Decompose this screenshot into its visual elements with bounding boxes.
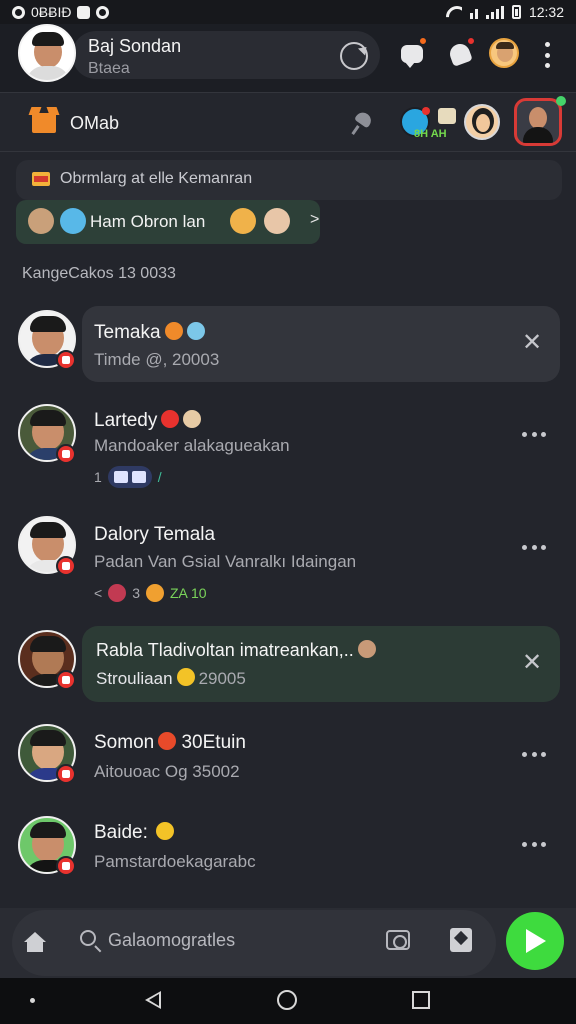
- reaction-chip[interactable]: [107, 466, 152, 488]
- more-icon[interactable]: [522, 545, 546, 551]
- sub-header-title[interactable]: OMab: [70, 113, 119, 134]
- chat-subtitle: Timde @, 20003: [94, 350, 220, 369]
- reaction-row: 1 /: [94, 466, 162, 488]
- notifications-button[interactable]: [446, 36, 476, 68]
- chip-avatar-3: [230, 208, 256, 234]
- reaction-count: 3: [132, 585, 140, 601]
- pin-icon[interactable]: [352, 113, 374, 135]
- top-header: Baj Sondan Btaea: [0, 24, 576, 92]
- leaf-icon: /: [157, 469, 162, 485]
- box-icon: [32, 113, 56, 133]
- home-circle-icon[interactable]: [277, 990, 297, 1010]
- status-badge: [56, 856, 76, 876]
- chat-bubble-icon: [401, 45, 423, 68]
- status-badge: [56, 444, 76, 464]
- notifications-badge: [466, 36, 476, 46]
- chevron-right-icon: >: [310, 211, 320, 228]
- chat-name: Somon 30Etuin: [94, 732, 246, 753]
- chat-name: Temaka: [94, 322, 205, 344]
- status-badge: [56, 556, 76, 576]
- system-nav-bar: [0, 978, 576, 1024]
- chip-text: Ham Obron lan: [90, 212, 206, 231]
- more-icon[interactable]: [522, 842, 546, 848]
- gallery-icon: [77, 5, 91, 19]
- reaction-green-text: ZA 10: [169, 585, 207, 601]
- chat-subtitle: Strouliaan 29005: [96, 668, 246, 688]
- nav-dot-icon: [30, 998, 35, 1003]
- inbox-icon[interactable]: [438, 108, 456, 124]
- chat-name: Rabla Tladivoltan imatreankan,..: [96, 640, 376, 661]
- signal-icon: [485, 5, 504, 19]
- heart-icon: [108, 584, 127, 602]
- overflow-menu-icon[interactable]: [540, 42, 554, 68]
- close-icon[interactable]: ✕: [522, 328, 542, 357]
- status-badge: [56, 764, 76, 784]
- status-left-text: 0ɃɃIÐ: [31, 4, 72, 20]
- chat-row[interactable]: Baide: Pamstardoekagarabc: [0, 816, 576, 880]
- battery-icon: [511, 5, 521, 19]
- reaction-prefix: 1: [94, 469, 102, 485]
- status-bar: 0ɃɃIÐ 12:32: [0, 0, 576, 24]
- chip-avatar-1: [28, 208, 54, 234]
- chat-row[interactable]: Lartedy Mandoaker alakagueakan 1 /: [0, 404, 576, 496]
- chat-row[interactable]: Rabla Tladivoltan imatreankan,.. Strouli…: [0, 626, 576, 702]
- status-time: 12:32: [528, 4, 564, 20]
- online-indicator: [556, 96, 566, 106]
- account-avatar[interactable]: [489, 38, 519, 68]
- banner-text: Obrmlarg at elle Kemanran: [60, 170, 253, 187]
- messages-button[interactable]: [398, 36, 428, 68]
- flag-icon: [32, 172, 50, 186]
- profile-avatar[interactable]: [18, 24, 76, 82]
- chat-bubble: [82, 626, 560, 702]
- section-title: KangeCakos 13 0033: [22, 265, 176, 282]
- user-status: Btaea: [88, 60, 130, 77]
- messages-badge: [418, 36, 428, 46]
- more-icon[interactable]: [522, 432, 546, 438]
- recent-apps-icon[interactable]: [412, 991, 430, 1009]
- chat-name: Lartedy: [94, 410, 202, 432]
- chip-avatar-4: [264, 208, 290, 234]
- wifi-icon: [446, 6, 462, 18]
- chat-row[interactable]: Temaka Timde @, 20003 ✕: [0, 306, 576, 382]
- notification-icon: [12, 5, 25, 19]
- sync-icon[interactable]: [340, 42, 368, 70]
- bottom-bar: Galaomogratles: [0, 908, 576, 978]
- user-name: Baj Sondan: [88, 36, 182, 56]
- chat-name: Dalory Temala: [94, 524, 216, 545]
- contacts-chip[interactable]: Ham Obron lan >: [16, 200, 320, 244]
- status-badge: [56, 670, 76, 690]
- reaction-prefix: <: [94, 585, 103, 601]
- story-avatar-1[interactable]: [464, 104, 500, 140]
- chat-name: Baide:: [94, 822, 174, 844]
- info-banner[interactable]: Obrmlarg at elle Kemanran: [16, 160, 562, 200]
- status-badge: [56, 350, 76, 370]
- chat-bubble: [82, 306, 560, 382]
- chat-subtitle: Aitouoac Og 35002: [94, 762, 240, 781]
- more-icon[interactable]: [522, 752, 546, 758]
- reaction-row: < 3 ZA 10: [94, 584, 207, 602]
- back-icon[interactable]: [145, 991, 161, 1009]
- star-icon: [145, 584, 164, 602]
- search-input[interactable]: Galaomogratles: [108, 930, 235, 951]
- story-label: 8H AH: [414, 128, 447, 140]
- sync-status-icon: [96, 5, 110, 19]
- chat-subtitle: Pamstardoekagarabc: [94, 852, 256, 871]
- close-icon[interactable]: ✕: [522, 648, 542, 677]
- chat-row[interactable]: Somon 30Etuin Aitouoac Og 35002: [0, 724, 576, 788]
- camera-icon[interactable]: [386, 930, 410, 950]
- chat-subtitle: Mandoaker alakagueakan: [94, 436, 290, 455]
- chat-subtitle: Padan Van Gsial Vanralkı Idaingan: [94, 552, 357, 571]
- data-icon: [469, 6, 478, 19]
- search-icon: [80, 930, 96, 946]
- chip-avatar-2: [60, 208, 86, 234]
- send-icon[interactable]: [506, 912, 564, 970]
- story-avatar-2[interactable]: [514, 98, 562, 146]
- chat-row[interactable]: Dalory Temala Padan Van Gsial Vanralkı I…: [0, 516, 576, 608]
- home-icon[interactable]: [24, 932, 46, 952]
- bookmark-icon[interactable]: [450, 928, 472, 952]
